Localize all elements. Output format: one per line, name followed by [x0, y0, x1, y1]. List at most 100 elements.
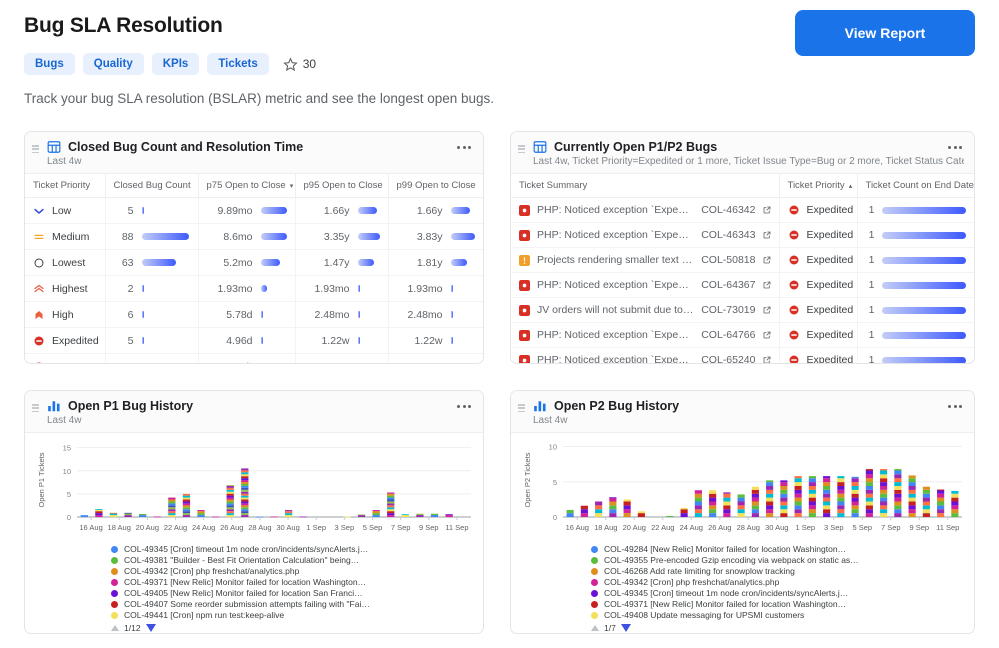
column-ticket-priority[interactable]: Ticket Priority ▴ [779, 174, 858, 198]
table-row[interactable]: JV orders will not submit due to Guzzle/… [511, 297, 974, 323]
legend-page-label: 1/7 [604, 623, 616, 633]
metric-bar [357, 285, 360, 292]
legend-label: COL-49345 [Cron] timeout 1m node cron/in… [124, 544, 369, 554]
count-value: 1 [868, 254, 875, 266]
legend-item[interactable]: COL-49371 [New Relic] Monitor failed for… [111, 577, 366, 587]
svg-text:1 Sep: 1 Sep [795, 523, 815, 532]
metric-value: 1.1mo [304, 361, 349, 364]
tag-bugs[interactable]: Bugs [24, 53, 75, 75]
legend-label: COL-49407 Some reorder submission attemp… [124, 599, 370, 609]
table-row[interactable]: High 6 5.78d 2.48mo 2.48mo [25, 301, 483, 328]
ticket-summary: JV orders will not submit due to Guzzle/… [537, 304, 694, 316]
priority-label: Lowest [52, 256, 86, 269]
external-link-icon[interactable] [763, 331, 771, 339]
more-options-icon[interactable] [944, 142, 966, 153]
more-options-icon[interactable] [453, 142, 475, 153]
triangle-down-icon[interactable] [145, 624, 156, 632]
ticket-key[interactable]: COL-65240 [701, 354, 755, 363]
count-bar [141, 285, 144, 292]
external-link-icon[interactable] [763, 356, 771, 364]
ticket-key[interactable]: COL-50818 [701, 254, 755, 266]
legend-item[interactable]: COL-49345 [Cron] timeout 1m node cron/in… [111, 544, 368, 554]
column-ticket-summary[interactable]: Ticket Summary [511, 174, 780, 198]
drag-handle-icon[interactable] [32, 404, 39, 412]
legend-item[interactable]: COL-49408 Update messaging for UPSMI cus… [591, 610, 804, 620]
panel-header: Open P2 Bug History Last 4w [511, 391, 974, 433]
ticket-key[interactable]: COL-46342 [701, 204, 755, 216]
legend-item[interactable]: COL-49355 Pre-encoded Gzip encoding via … [591, 555, 859, 565]
triangle-up-icon[interactable] [111, 625, 119, 631]
legend-item[interactable]: COL-49284 [New Relic] Monitor failed for… [591, 544, 846, 554]
legend-item[interactable]: COL-46268 Add rate limiting for snowplow… [591, 566, 795, 576]
table-row[interactable]: PHP: Noticed exception `ExpeditedExc… CO… [511, 197, 974, 223]
table-row[interactable]: PHP: Noticed exception `ExpeditedExce… C… [511, 322, 974, 348]
external-link-icon[interactable] [763, 206, 771, 214]
ticket-key[interactable]: COL-64766 [701, 329, 755, 341]
external-link-icon[interactable] [763, 281, 771, 289]
table-row[interactable]: Lowest 63 5.2mo 1.47y 1.81y [25, 249, 483, 276]
legend-item[interactable]: COL-49342 [Cron] php freshchat/analytics… [591, 577, 779, 587]
cell-p95: 1.47y [295, 249, 389, 276]
cell-p95: 1.22w [295, 327, 389, 354]
p1-chart-area: 0 5 10 15 Open P1 Tickets 16 Aug 18 Aug 20 Aug 2… [25, 433, 483, 542]
cell-p75: 22.6h [198, 353, 296, 363]
svg-text:20 Aug: 20 Aug [136, 523, 159, 532]
table-row[interactable]: Highest 2 1.93mo 1.93mo 1.93mo [25, 275, 483, 302]
column-p99-open-to-close[interactable]: p99 Open to Close [388, 174, 483, 198]
svg-text:18 Aug: 18 Aug [108, 523, 131, 532]
svg-text:24 Aug: 24 Aug [192, 523, 215, 532]
table-row[interactable]: Expedited 5 4.96d 1.22w 1.22w [25, 327, 483, 354]
favorite-group[interactable]: 30 [283, 56, 316, 72]
legend-item[interactable]: COL-49441 [Cron] npm run test:keep-alive [111, 610, 284, 620]
column-ticket-priority[interactable]: Ticket Priority [25, 174, 106, 198]
sort-caret-down-icon[interactable]: ▾ [290, 183, 294, 190]
star-outline-icon[interactable] [283, 56, 298, 72]
ticket-summary: Projects rendering smaller text than sho… [537, 254, 694, 266]
table-row[interactable]: Projects rendering smaller text than sho… [511, 247, 974, 273]
table-row[interactable]: Medium 88 8.6mo 3.35y 3.83y [25, 223, 483, 250]
sort-caret-up-icon[interactable]: ▴ [849, 183, 853, 190]
legend-label: COL-49342 [Cron] php freshchat/analytics… [604, 577, 780, 587]
column-p95-open-to-close[interactable]: p95 Open to Close [295, 174, 389, 198]
tag-kpis[interactable]: KPIs [151, 53, 200, 75]
drag-handle-icon[interactable] [32, 145, 39, 153]
ticket-key[interactable]: COL-73019 [701, 304, 755, 316]
drag-handle-icon[interactable] [518, 145, 525, 153]
ticket-key[interactable]: COL-64367 [701, 279, 755, 291]
tag-tickets[interactable]: Tickets [207, 53, 269, 75]
p2-bar-chart[interactable]: 0 5 10 Open P2 Tickets 16 Aug 18 Aug 20 Aug 22 … [519, 437, 968, 537]
more-options-icon[interactable] [453, 401, 475, 412]
p1-bar-chart[interactable]: 0 5 10 15 Open P1 Tickets 16 Aug 18 Aug 20 Aug 2… [33, 437, 477, 537]
legend-item[interactable]: COL-49381 "Builder - Best Fit Orientatio… [111, 555, 359, 565]
legend-item[interactable]: COL-49371 [New Relic] Monitor failed for… [591, 599, 846, 609]
column-p75-open-to-close[interactable]: p75 Open to Close ▾ [198, 174, 296, 198]
external-link-icon[interactable] [763, 306, 771, 314]
column-closed-bug-count[interactable]: Closed Bug Count [105, 174, 199, 198]
metric-bar [358, 363, 360, 364]
legend-item[interactable]: COL-49345 [Cron] timeout 1m node cron/in… [591, 588, 848, 598]
tag-quality[interactable]: Quality [82, 53, 144, 75]
count-bar [141, 233, 190, 240]
more-options-icon[interactable] [944, 401, 966, 412]
external-link-icon[interactable] [763, 256, 771, 264]
drag-handle-icon[interactable] [518, 404, 525, 412]
cell-closed-count: 5 [105, 197, 199, 224]
column-ticket-count[interactable]: Ticket Count on End Date [857, 174, 974, 198]
table-row[interactable]: Low 5 9.89mo 1.66y 1.66y [25, 197, 483, 224]
triangle-down-icon[interactable] [620, 624, 631, 632]
external-link-icon[interactable] [763, 231, 771, 239]
legend-item[interactable]: COL-49405 [New Relic] Monitor failed for… [111, 588, 363, 598]
table-row[interactable]: PHP: Noticed exception `ExpeditedExc… CO… [511, 272, 974, 298]
table-row[interactable]: PHP: Noticed exception `ExpeditedExc… CO… [511, 222, 974, 248]
legend-item[interactable]: COL-49342 [Cron] php freshchat/analytics… [111, 566, 299, 576]
panel-open-p2-bug-history: Open P2 Bug History Last 4w 0 5 10 Open P2 … [510, 390, 975, 634]
triangle-up-icon[interactable] [591, 625, 599, 631]
view-report-button[interactable]: View Report [795, 10, 975, 56]
panel-currently-open-bugs: Currently Open P1/P2 Bugs Last 4w, Ticke… [510, 131, 975, 364]
legend-item[interactable]: COL-49407 Some reorder submission attemp… [111, 599, 370, 609]
table-row[interactable]: PHP: Noticed exception `ExpeditedExc… CO… [511, 347, 974, 364]
table-row[interactable]: Urgent 8 22.6h 1.1mo 1.1mo [25, 353, 483, 364]
cell-ticket-count: 1 [857, 322, 974, 348]
priority-label: Expedited [806, 279, 854, 291]
ticket-key[interactable]: COL-46343 [701, 229, 755, 241]
